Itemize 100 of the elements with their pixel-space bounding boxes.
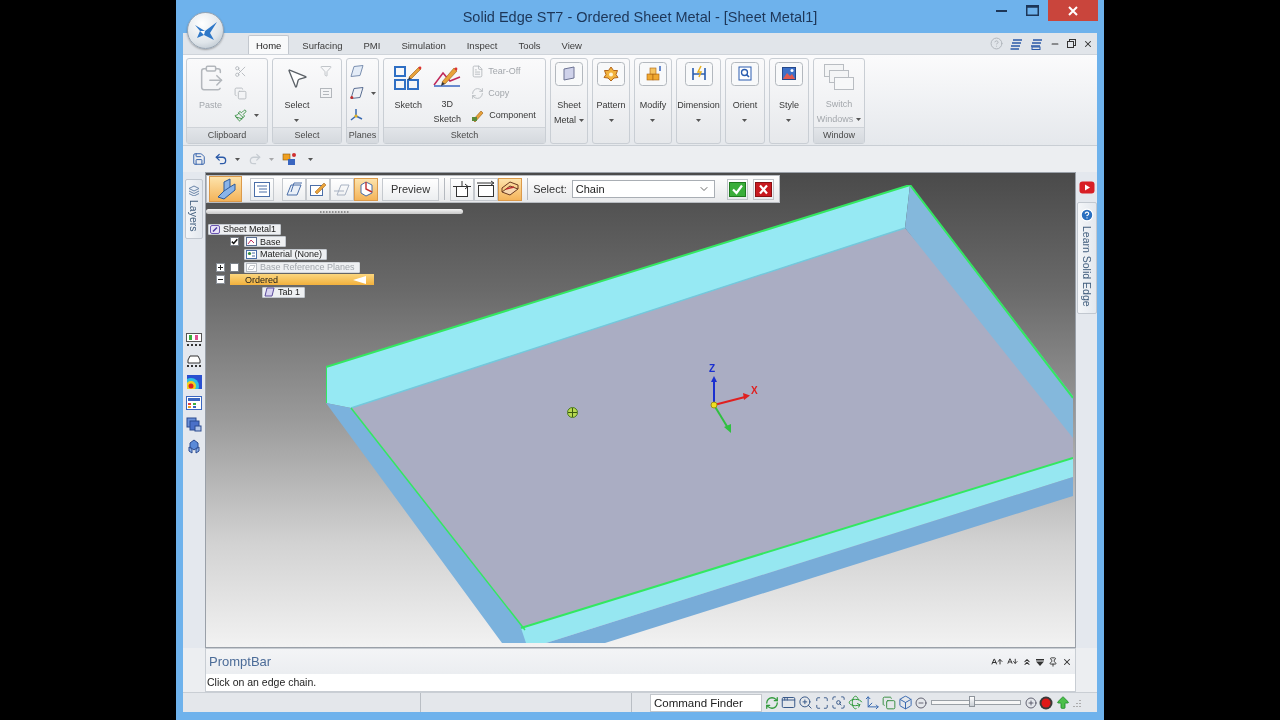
close-icon bbox=[1068, 5, 1078, 16]
heatmap-icon bbox=[186, 374, 202, 389]
ribbon-tab[interactable]: Inspect bbox=[458, 35, 506, 54]
document-icon bbox=[471, 64, 485, 78]
group-label: Select bbox=[273, 127, 341, 143]
checkbox[interactable] bbox=[230, 237, 239, 247]
group-label: Window bbox=[814, 127, 864, 143]
collapse-icon[interactable] bbox=[216, 275, 225, 285]
triangle-down-icon[interactable] bbox=[1036, 657, 1044, 666]
window-icon bbox=[781, 695, 796, 710]
sketch-feature-icon bbox=[246, 237, 257, 247]
zoom-out-icon bbox=[915, 696, 927, 709]
slider-thumb[interactable] bbox=[968, 696, 975, 707]
coordinate-triad-icon bbox=[707, 375, 751, 435]
picture-icon bbox=[775, 62, 803, 86]
close-icon[interactable] bbox=[1062, 656, 1072, 667]
ribbon-menu-button[interactable]: Style bbox=[769, 58, 809, 144]
video-play-icon[interactable] bbox=[1078, 181, 1095, 194]
scissors-icon bbox=[233, 64, 247, 78]
windows-icon bbox=[822, 62, 856, 92]
splitter-handle[interactable] bbox=[206, 209, 463, 214]
tool-button[interactable] bbox=[498, 177, 523, 201]
ribbon-tab[interactable]: PMI bbox=[355, 35, 389, 54]
group-label: Sketch bbox=[384, 127, 545, 143]
axes-icon bbox=[349, 108, 364, 122]
flower-icon bbox=[597, 62, 625, 86]
planes-folder-icon bbox=[246, 262, 257, 272]
font-larger-icon[interactable] bbox=[991, 655, 1003, 668]
undo-icon bbox=[214, 152, 228, 166]
prompt-bar-title: PromptBar bbox=[209, 654, 272, 669]
ribbon-button[interactable]: 3D Sketch bbox=[429, 60, 466, 127]
paintbrush-icon bbox=[233, 108, 247, 122]
help-icon bbox=[1079, 208, 1094, 222]
cancel-icon bbox=[754, 181, 772, 197]
outline-dots-icon bbox=[186, 353, 202, 368]
resize-grip-icon bbox=[1073, 698, 1081, 707]
flange-icon bbox=[500, 180, 521, 198]
group-label: Planes bbox=[347, 127, 378, 143]
group-label: Clipboard bbox=[187, 127, 267, 143]
prompt-message: Click on an edge chain. bbox=[206, 674, 1075, 691]
close-icon[interactable] bbox=[1083, 38, 1093, 49]
rollback-marker-icon bbox=[353, 275, 366, 284]
up-arrow-icon bbox=[1055, 694, 1071, 711]
part-icon bbox=[210, 224, 220, 234]
tool-button[interactable] bbox=[450, 177, 475, 201]
ribbon-button[interactable]: Sketch bbox=[391, 60, 426, 127]
panel-icon bbox=[555, 62, 583, 86]
pin-icon[interactable] bbox=[1048, 656, 1058, 667]
list-icon[interactable] bbox=[1010, 37, 1023, 50]
pencil-icon bbox=[471, 108, 486, 122]
ribbon-small-button[interactable]: Component bbox=[469, 104, 538, 126]
ribbon-tab[interactable]: Home bbox=[248, 35, 290, 54]
zoom-in-icon bbox=[798, 695, 813, 710]
tree-item[interactable]: Material (None) bbox=[244, 249, 328, 260]
magnifier-icon bbox=[731, 62, 759, 86]
plane-icon bbox=[349, 65, 364, 77]
tree-item[interactable]: Sheet Metal1 bbox=[208, 223, 282, 235]
refresh-icon bbox=[765, 695, 779, 710]
tab-feature-icon bbox=[264, 287, 275, 298]
ribbon-button[interactable]: Select bbox=[280, 60, 314, 127]
ribbon-menu-button[interactable]: Dimension bbox=[676, 58, 721, 144]
chevrons-up-icon[interactable] bbox=[1022, 656, 1032, 667]
plane-line-icon bbox=[333, 181, 351, 197]
restore-icon[interactable] bbox=[1067, 39, 1076, 48]
accept-button[interactable] bbox=[726, 178, 748, 200]
tool-button[interactable] bbox=[474, 177, 499, 201]
font-smaller-icon[interactable] bbox=[1007, 656, 1018, 667]
ribbon-menu-button[interactable]: Pattern bbox=[592, 58, 630, 144]
list-stack-icon[interactable] bbox=[1030, 37, 1043, 50]
save-icon bbox=[192, 152, 206, 166]
frame-arrow-icon bbox=[476, 180, 497, 198]
fit-icon bbox=[815, 695, 829, 710]
select-dropdown[interactable]: Chain bbox=[571, 180, 715, 198]
record-icon bbox=[1039, 695, 1053, 710]
cancel-button[interactable] bbox=[752, 178, 774, 200]
ribbon-tab[interactable]: Simulation bbox=[393, 35, 454, 54]
ribbon-tab[interactable]: Tools bbox=[510, 35, 549, 54]
ribbon-menu-button[interactable]: Sheet Metal bbox=[550, 58, 588, 144]
tree-item[interactable]: Base bbox=[244, 236, 286, 248]
color-grid-icon bbox=[186, 395, 202, 410]
dimension-icon bbox=[684, 62, 713, 86]
plane-edit-icon bbox=[309, 181, 327, 197]
ribbon-menu-button[interactable]: Modify bbox=[634, 58, 672, 144]
material-icon bbox=[246, 250, 257, 259]
blocks-icon bbox=[639, 62, 667, 86]
command-finder-field[interactable]: Command Finder bbox=[650, 693, 762, 712]
zoom-area-icon bbox=[831, 695, 846, 710]
ribbon-tab[interactable]: View bbox=[553, 35, 590, 54]
close-button[interactable] bbox=[1048, 0, 1098, 21]
tree-item[interactable]: Tab 1 bbox=[262, 286, 306, 298]
properties-icon bbox=[253, 180, 271, 198]
preview-button[interactable]: Preview bbox=[382, 177, 440, 201]
side-panel-tab[interactable]: Layers bbox=[185, 179, 203, 239]
select-label: Select: bbox=[533, 183, 567, 195]
plane-corner-icon bbox=[349, 87, 364, 99]
ribbon-tab[interactable]: Surfacing bbox=[294, 35, 351, 54]
ribbon-menu-button[interactable]: Orient bbox=[725, 58, 765, 144]
tree-item[interactable]: Ordered bbox=[230, 274, 374, 286]
side-panel-tab[interactable]: Learn Solid Edge bbox=[1076, 202, 1097, 314]
axis-label: Z bbox=[709, 363, 716, 374]
